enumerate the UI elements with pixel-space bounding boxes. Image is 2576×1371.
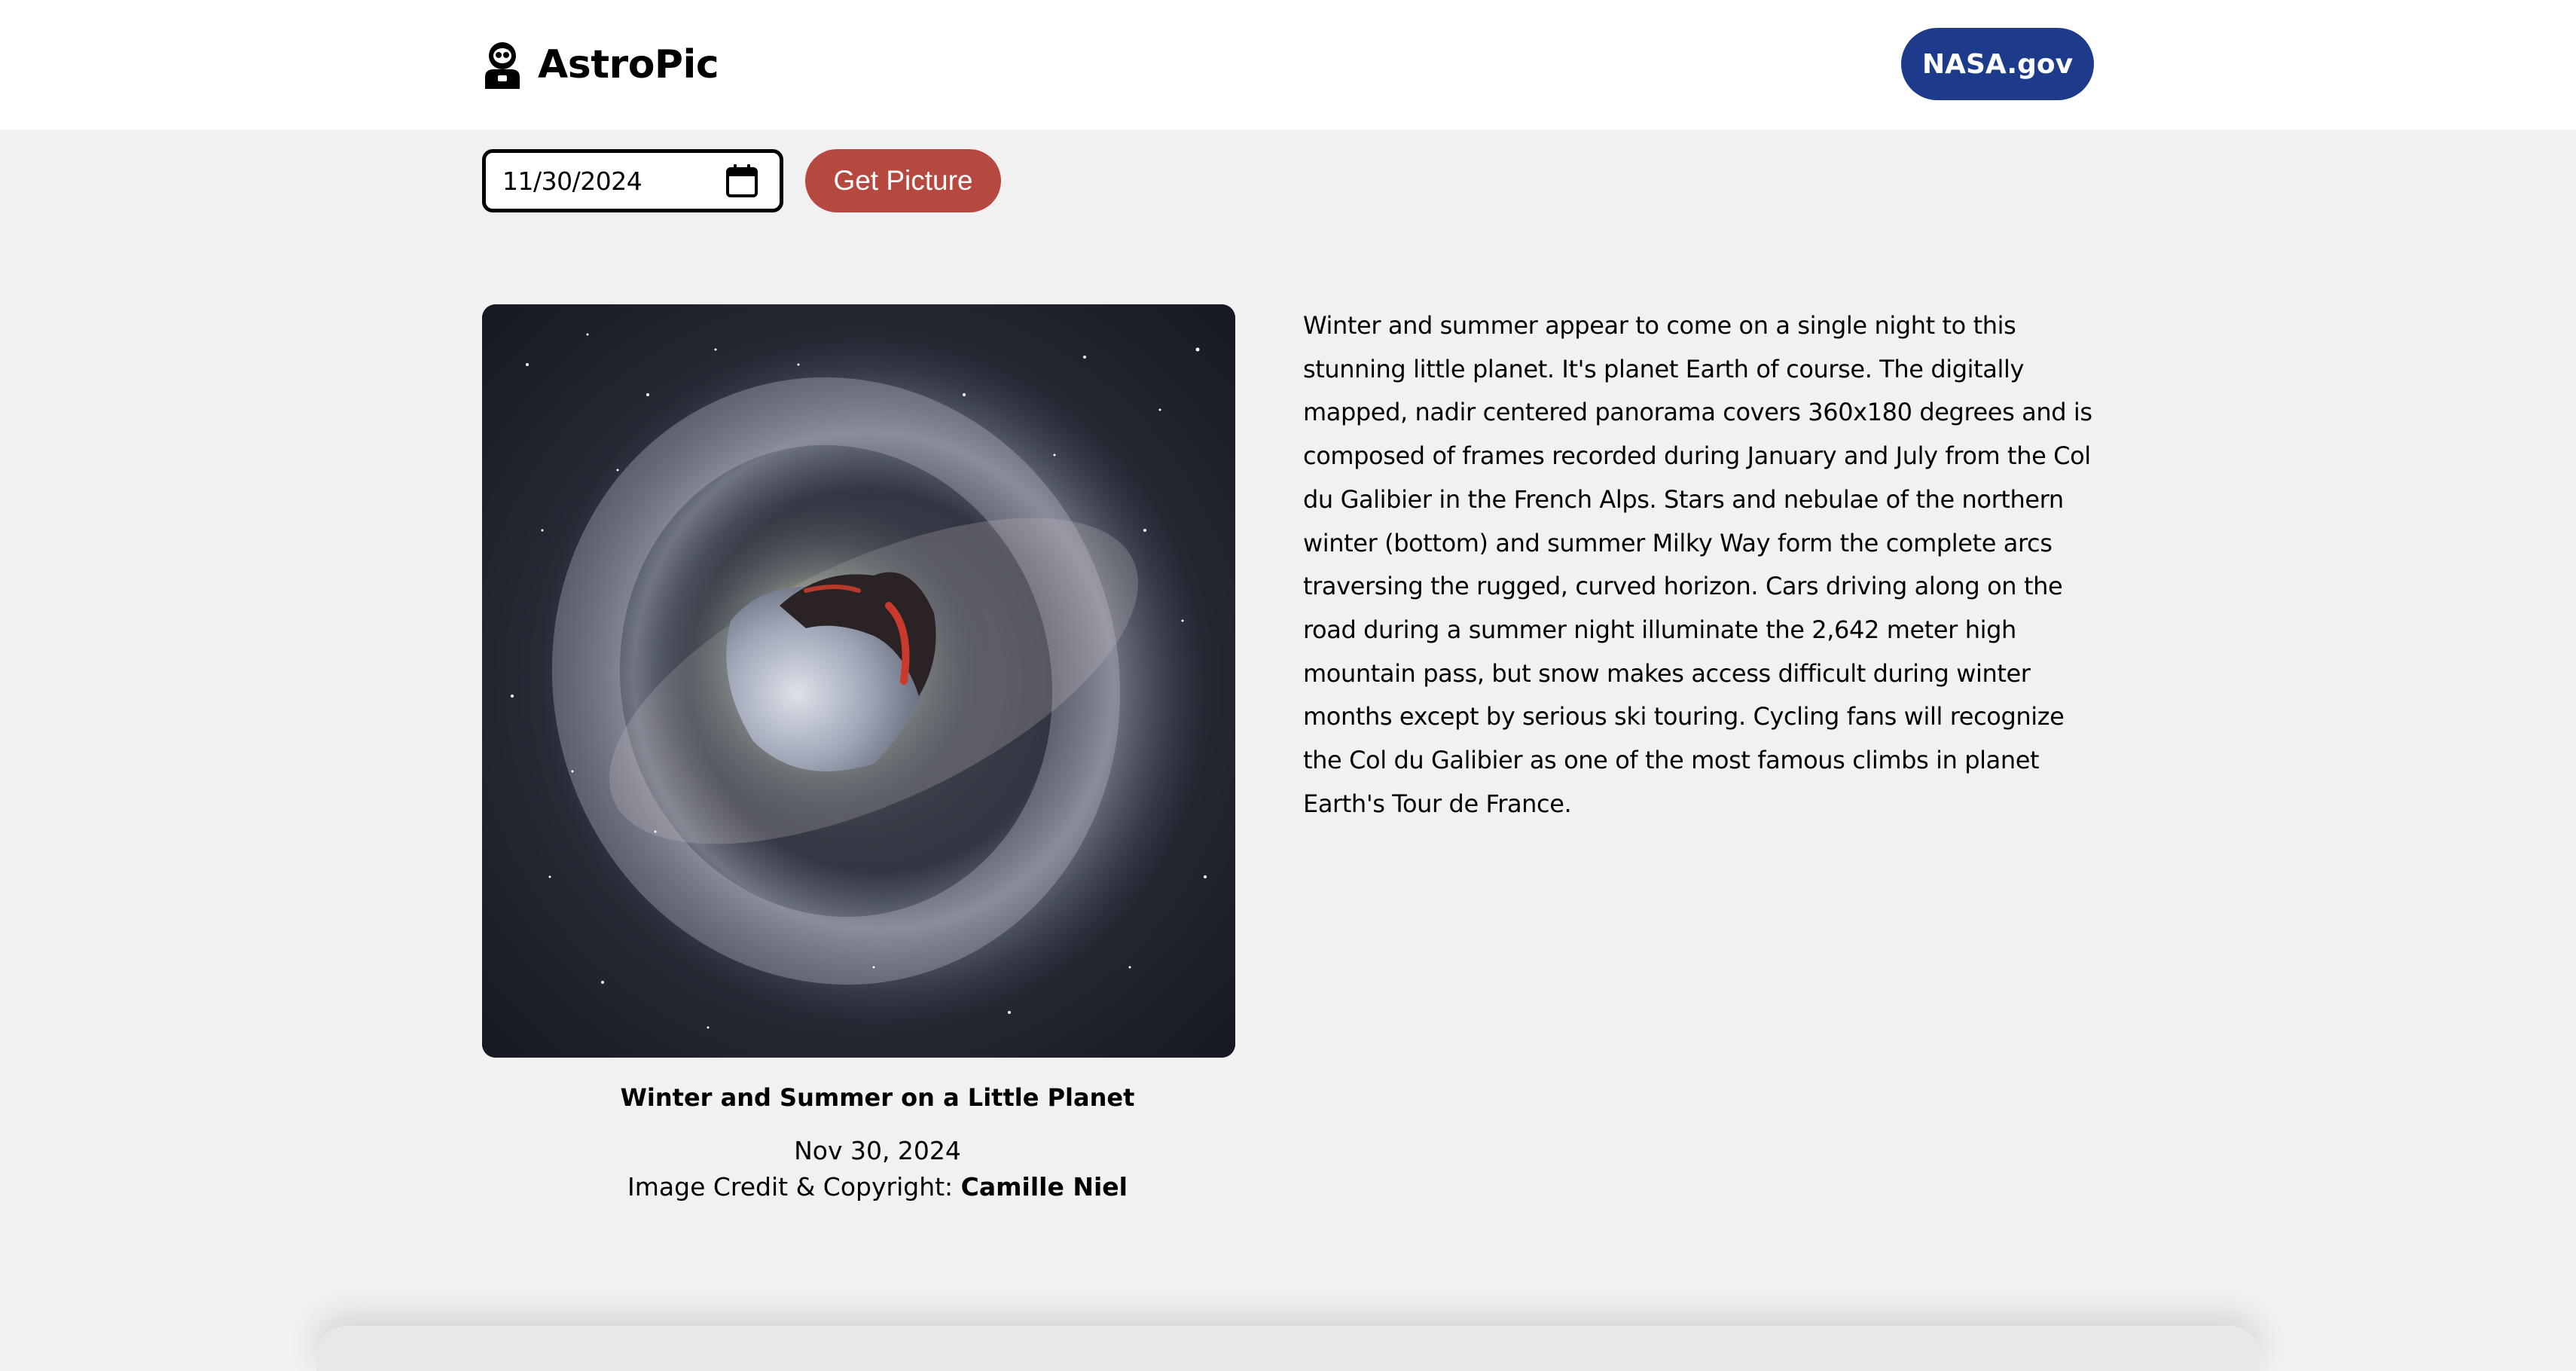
apod-image [482,304,1235,1058]
apod-date: Nov 30, 2024 [794,1136,961,1165]
footer-edge [316,1326,2260,1371]
apod-explanation: Winter and summer appear to come on a si… [1303,311,2092,818]
brand-logo[interactable]: AstroPic [481,36,719,93]
brand-name: AstroPic [538,42,719,87]
get-picture-button[interactable]: Get Picture [805,149,1001,212]
calendar-icon[interactable] [725,163,758,198]
date-input[interactable]: 11/30/2024 [482,149,783,212]
apod-credit: Image Credit & Copyright: Camille Niel [482,1172,1273,1202]
credit-label: Image Credit & Copyright: [627,1172,961,1202]
apod-title: Winter and Summer on a Little Planet [620,1083,1135,1112]
top-navbar: AstroPic NASA.gov [0,0,2576,130]
astronaut-icon [485,42,520,89]
little-planet-picture [482,304,1235,1058]
credit-name: Camille Niel [960,1172,1128,1202]
nasa-gov-button[interactable]: NASA.gov [1901,28,2094,100]
date-value[interactable]: 11/30/2024 [502,166,642,196]
